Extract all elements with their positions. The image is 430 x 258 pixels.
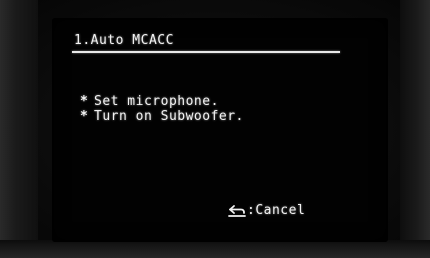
bezel-right: [400, 0, 430, 258]
bullet-asterisk: *: [80, 94, 89, 109]
bezel-bottom: [0, 240, 430, 258]
cancel-button[interactable]: :Cancel: [228, 203, 305, 218]
instruction-text: Set microphone.: [94, 94, 219, 109]
cancel-label: :Cancel: [247, 203, 306, 218]
instruction-text: Turn on Subwoofer.: [94, 109, 244, 124]
return-icon: [228, 204, 246, 218]
bezel-left: [0, 0, 38, 258]
instruction-item: * Turn on Subwoofer.: [80, 110, 244, 124]
bullet-asterisk: *: [80, 109, 89, 124]
title-underline: [72, 51, 340, 53]
menu-title: 1.Auto MCACC: [74, 33, 174, 48]
instruction-item: * Set microphone.: [80, 95, 219, 109]
